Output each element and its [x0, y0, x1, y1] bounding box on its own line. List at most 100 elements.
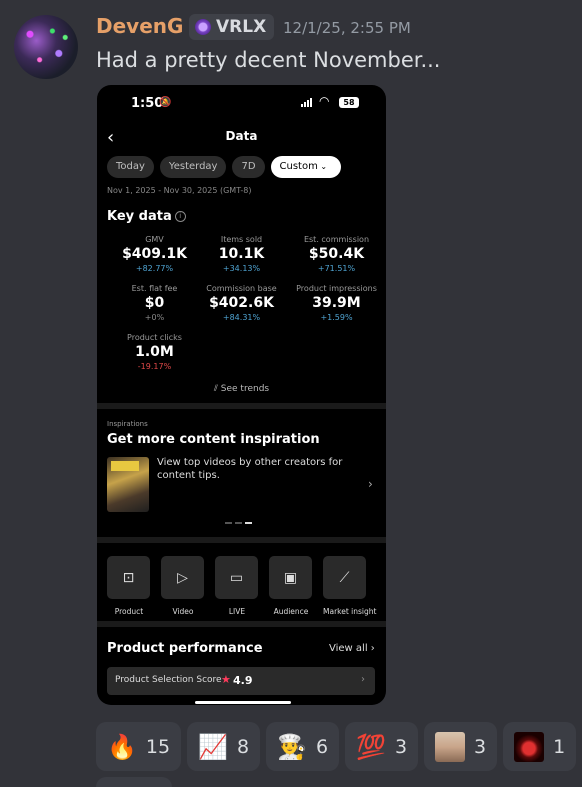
reaction-bar: 🔥 15 📈 8 👨‍🍳 6 💯 3 3 1 — [96, 722, 577, 771]
mute-bell-icon: 🔕 — [159, 97, 172, 108]
section-divider — [97, 621, 386, 627]
date-filter-chips: Today Yesterday 7D Custom ⌄ — [107, 156, 342, 178]
reaction-hundred-points-emoji[interactable]: 💯 3 — [345, 722, 419, 771]
chef-emoji: 👨‍🍳 — [277, 732, 307, 761]
metric-change: +84.31% — [222, 313, 261, 322]
tool-market-insight: ⟋ Market insight — [323, 556, 377, 616]
metric-value: $409.1K — [122, 246, 187, 262]
tool-label: LIVE — [228, 607, 246, 616]
metric-change: +34.13% — [222, 264, 261, 273]
score-value: 4.9 — [233, 674, 253, 687]
reaction-chef-emoji[interactable]: 👨‍🍳 6 — [266, 722, 340, 771]
metric-value: 39.9M — [312, 295, 361, 311]
metric-card: Product clicks 1.0M -19.17% — [107, 333, 202, 371]
filter-chip: Custom ⌄ — [270, 156, 342, 178]
info-icon: i — [174, 211, 186, 222]
key-data-title: Key data — [107, 209, 172, 224]
battery-icon: 58 — [339, 97, 359, 108]
carousel-dots — [225, 522, 252, 524]
metric-card: Est. flat fee $0 +0% — [107, 284, 202, 322]
signal-icon — [301, 98, 312, 107]
username[interactable]: DevenG — [96, 14, 183, 38]
inspiration-description: View top videos by other creators for co… — [157, 457, 343, 481]
metric-value: $0 — [144, 295, 165, 311]
attached-screenshot[interactable]: 1:50 🔕 ◠ 58 ‹ Data Today Yesterday 7D Custo… — [97, 85, 386, 705]
reaction-chart-increasing-emoji[interactable]: 📈 8 — [187, 722, 261, 771]
filter-chip: Yesterday — [159, 156, 227, 178]
metric-label: Commission base — [206, 284, 277, 293]
chevron-right-icon: › — [368, 477, 373, 491]
reaction-count: 3 — [474, 735, 487, 758]
server-tag-icon — [195, 19, 211, 35]
product-performance-title: Product performance — [107, 641, 263, 656]
tool-audience: ▣ Audience — [269, 556, 313, 616]
metric-label: Est. commission — [303, 235, 370, 244]
metric-value: $402.6K — [209, 295, 274, 311]
metric-value: 10.1K — [218, 246, 265, 262]
reaction-custom-face-emoji[interactable]: 3 — [424, 722, 498, 771]
filter-chip: 7D — [232, 156, 265, 178]
live-tv-icon: ▭ — [215, 556, 258, 599]
metric-change: +1.59% — [320, 313, 353, 322]
hundred-points-emoji: 💯 — [356, 732, 386, 761]
reaction-custom-red-eye-emoji[interactable]: 1 — [503, 722, 577, 771]
wifi-icon: ◠ — [319, 94, 330, 108]
metric-label: Product impressions — [296, 284, 377, 293]
metric-card: Product impressions 39.9M +1.59% — [289, 284, 384, 322]
tool-label: Market insight — [323, 607, 377, 616]
fire-emoji: 🔥 — [107, 732, 137, 761]
metric-change: -19.17% — [137, 362, 172, 371]
star-icon: ★ — [221, 673, 231, 686]
metric-card: Est. commission $50.4K +71.51% — [289, 235, 384, 273]
custom-face-emoji — [435, 731, 466, 762]
view-all-label: View all — [329, 643, 368, 654]
user-avatar[interactable] — [14, 15, 78, 79]
message-timestamp: 12/1/25, 2:55 PM — [283, 19, 411, 37]
server-tag-label: VRLX — [216, 17, 267, 37]
inspiration-title: Get more content inspiration — [107, 432, 320, 447]
score-label: Product Selection Score — [115, 675, 222, 685]
reaction-count: 8 — [236, 735, 250, 758]
section-divider — [97, 537, 386, 543]
metric-change: +82.77% — [135, 264, 174, 273]
tool-video: ▷ Video — [161, 556, 205, 616]
server-tag[interactable]: VRLX — [189, 14, 275, 40]
metric-change: +71.51% — [317, 264, 356, 273]
metric-card: GMV $409.1K +82.77% — [107, 235, 202, 273]
tool-label: Audience — [273, 607, 309, 616]
see-trends-label: See trends — [220, 384, 270, 394]
bag-icon: ⊡ — [107, 556, 150, 599]
tool-label: Video — [172, 607, 194, 616]
chart-increasing-emoji: 📈 — [198, 732, 228, 761]
filter-chip: Today — [107, 156, 154, 178]
tool-shortcuts: ⊡ Product ▷ Video ▭ LIVE ▣ Audience ⟋ Market insi… — [107, 556, 377, 616]
custom-red-eye-emoji — [514, 731, 545, 762]
reaction-count: 15 — [145, 735, 171, 758]
home-indicator — [195, 701, 291, 704]
id-card-icon: ▣ — [269, 556, 312, 599]
reaction-count: 1 — [553, 735, 566, 758]
metric-change: +0% — [144, 313, 165, 322]
chevron-right-icon: › — [370, 643, 375, 654]
metric-card: Items sold 10.1K +34.13% — [194, 235, 289, 273]
page-title: Data — [225, 129, 258, 143]
product-selection-score-row: Product Selection Score ★ 4.9 › — [107, 667, 375, 695]
video-thumbnail — [107, 457, 149, 512]
phone-status-bar: 1:50 🔕 ◠ 58 — [97, 85, 386, 121]
metric-value: 1.0M — [135, 344, 174, 360]
reaction-fire-emoji[interactable]: 🔥 15 — [96, 722, 182, 771]
metric-value: $50.4K — [308, 246, 365, 262]
date-range: Nov 1, 2025 - Nov 30, 2025 (GMT-8) — [107, 186, 252, 195]
add-reaction-button[interactable] — [96, 777, 172, 787]
play-icon: ▷ — [161, 556, 204, 599]
chevron-right-icon: › — [361, 674, 365, 685]
chart-line-icon: ⟋ — [323, 556, 366, 599]
metric-label: Items sold — [220, 235, 263, 244]
tool-label: Product — [114, 607, 144, 616]
see-trends-link: ⫽ See trends — [97, 384, 386, 394]
view-all-link: View all › — [329, 643, 375, 654]
metric-label: Est. flat fee — [131, 284, 178, 293]
metric-card: Commission base $402.6K +84.31% — [194, 284, 289, 322]
section-divider — [97, 403, 386, 409]
metric-label: GMV — [145, 235, 164, 244]
